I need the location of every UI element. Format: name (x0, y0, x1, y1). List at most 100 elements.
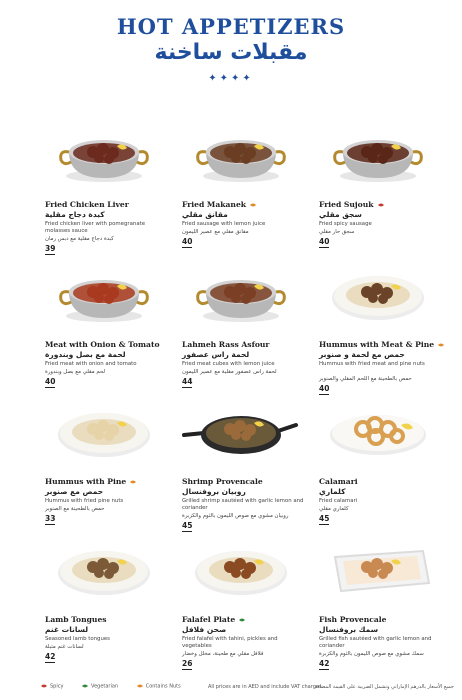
item-name-arabic: كلماري (319, 487, 346, 496)
footer: Spicy Vegetarian Contains Nuts All price… (0, 683, 462, 695)
item-name: Lamb Tongues (45, 615, 169, 624)
item-name-text: Fried Chicken Liver (45, 200, 129, 209)
item-description-arabic: حمص بالطحينة مع الصنوبر (45, 506, 105, 512)
item-name: Fried Chicken Liver (45, 200, 169, 209)
item-name-text: Lamb Tongues (45, 615, 107, 624)
item-price: 40 (319, 237, 330, 248)
dish-photo (176, 395, 300, 467)
dish-photo (176, 118, 300, 190)
item-description-arabic: لحم مقلي مع بصل وبندورة (45, 369, 106, 375)
legend-label: Contains Nuts (145, 683, 181, 690)
dish-photo (39, 395, 163, 467)
item-price: 39 (45, 244, 56, 255)
nuts-icon (136, 684, 143, 688)
item-name-text: Fried Sujouk (319, 200, 374, 209)
item-name: Fried Makanek (182, 200, 306, 210)
nuts-icon (437, 341, 445, 350)
item-description: Fried meat cubes with lemon juice (182, 361, 275, 367)
menu-item: Lahmeh Rass Asfour لحمة راس عصفور Fried me… (182, 258, 306, 388)
item-name-text: Meat with Onion & Tomato (45, 340, 160, 349)
item-name-text: Falafel Plate (182, 615, 236, 624)
page-title-arabic: مقبلات ساخنة (154, 40, 308, 65)
legend: Spicy Vegetarian Contains Nuts (40, 683, 197, 690)
item-name-arabic: لحمة مع بصل وبندورة (45, 350, 126, 359)
item-name: Shrimp Provencale (182, 477, 306, 486)
menu-item: Fried Sujouk سجق مقلي Fried spicy sausage س… (319, 118, 443, 248)
dish-photo (39, 533, 163, 605)
item-name: Calamari (319, 477, 443, 486)
item-name-text: Fish Provencale (319, 615, 387, 624)
item-description-arabic: كبدة دجاج مقلية مع دبس رمان (45, 236, 114, 242)
menu-item: Falafel Plate صحن فلافل Fried falafel with… (182, 533, 306, 670)
item-description: Fried sausage with lemon juice (182, 221, 266, 227)
item-name-text: Fried Makanek (182, 200, 247, 209)
legend-label: Vegetarian (91, 683, 119, 690)
item-description: Grilled fish sautéed with garlic lemon a… (319, 636, 432, 649)
item-name-text: Shrimp Provencale (182, 477, 263, 486)
legend-vegetarian: Vegetarian (81, 683, 118, 690)
decorative-stars: ✦✦✦✦ (208, 73, 254, 84)
item-price: 42 (319, 659, 330, 670)
nuts-icon (129, 478, 137, 487)
item-name: Hummus with Meat & Pine (319, 340, 445, 350)
item-name-arabic: سجق مقلي (319, 210, 362, 219)
item-name-arabic: كبدة دجاج مقلية (45, 210, 105, 219)
dish-photo (313, 533, 437, 605)
menu-item: Shrimp Provencale روبيان بروفنسال Grilled … (182, 395, 306, 532)
item-description: Hummus with fried pine nuts (45, 498, 124, 504)
legend-nuts: Contains Nuts (136, 683, 181, 690)
price-note-arabic: جميع الأسعار بالدرهم الإماراتي وتشمل الض… (314, 684, 455, 690)
item-price: 45 (319, 514, 330, 525)
dish-photo (39, 258, 163, 330)
item-name: Falafel Plate (182, 615, 306, 625)
menu-item: Hummus with Meat & Pine حمص مع لحمة و صنو… (319, 258, 445, 395)
item-description: Fried spicy sausage (319, 221, 372, 227)
menu-item: Hummus with Pine حمص مع صنوبر Hummus with … (45, 395, 169, 525)
item-price: 33 (45, 514, 56, 525)
item-price: 40 (182, 237, 193, 248)
item-name-text: Hummus with Pine (45, 477, 127, 486)
menu-item: Lamb Tongues لسانات غنم Seasoned lamb tong… (45, 533, 169, 663)
dish-photo (313, 395, 437, 467)
item-price: 44 (182, 377, 193, 388)
item-price: 40 (45, 377, 56, 388)
item-description-arabic: روبيان مشوي مع صوص الليمون بالثوم والكزب… (182, 513, 289, 519)
item-description: Fried calamari (319, 498, 358, 504)
page-title: HOT APPETIZERS (116, 14, 346, 39)
menu-item: Calamari كلماري Fried calamari كلماري مقلي 4… (319, 395, 443, 525)
item-name-text: Hummus with Meat & Pine (319, 340, 435, 349)
vegetarian-icon (238, 616, 246, 625)
menu-item: Fried Makanek مقانق مقلي Fried sausage wit… (182, 118, 306, 248)
item-description-arabic: فلافل مقلي مع طحينة، مخلل وخضار (182, 651, 264, 657)
item-name-arabic: سمك بروفنسال (319, 625, 379, 634)
item-name: Hummus with Pine (45, 477, 169, 487)
item-name-text: Calamari (319, 477, 358, 486)
item-name: Lahmeh Rass Asfour (182, 340, 306, 349)
item-name-arabic: لحمة راس عصفور (182, 350, 250, 359)
dish-photo (176, 258, 300, 330)
item-name-arabic: روبيان بروفنسال (182, 487, 246, 496)
item-name: Meat with Onion & Tomato (45, 340, 169, 349)
item-description-arabic: سجق حار مقلي (319, 229, 355, 235)
dish-photo (313, 118, 437, 190)
item-description: Grilled shrimp sautéed with garlic lemon… (182, 498, 304, 511)
item-name-arabic: صحن فلافل (182, 625, 227, 634)
price-note: All prices are in AED and include VAT ch… (208, 684, 322, 690)
dish-photo (176, 533, 300, 605)
item-description-arabic: لسانات غنم متبلة (45, 644, 84, 650)
item-name-arabic: حمص مع صنوبر (45, 487, 104, 496)
item-name: Fried Sujouk (319, 200, 443, 210)
item-description: Fried chicken liver with pomegranate mol… (45, 221, 146, 234)
menu-item: Fried Chicken Liver كبدة دجاج مقلية Fried … (45, 118, 169, 255)
item-description-arabic: مقانق مقلي مع عصير الليمون (182, 229, 249, 235)
menu-item: Meat with Onion & Tomato لحمة مع بصل وبند… (45, 258, 169, 388)
item-name-text: Lahmeh Rass Asfour (182, 340, 270, 349)
item-description-arabic: حمص بالطحينة مع اللحم المقلي والصنوبر (319, 376, 412, 382)
vegetarian-icon (82, 684, 89, 688)
item-description-arabic: كلماري مقلي (319, 506, 349, 512)
nuts-icon (249, 201, 257, 210)
legend-spicy: Spicy (40, 683, 63, 690)
item-name-arabic: مقانق مقلي (182, 210, 228, 219)
spicy-icon (41, 684, 47, 688)
item-description: Hummus with fried meat and pine nuts (319, 361, 425, 367)
